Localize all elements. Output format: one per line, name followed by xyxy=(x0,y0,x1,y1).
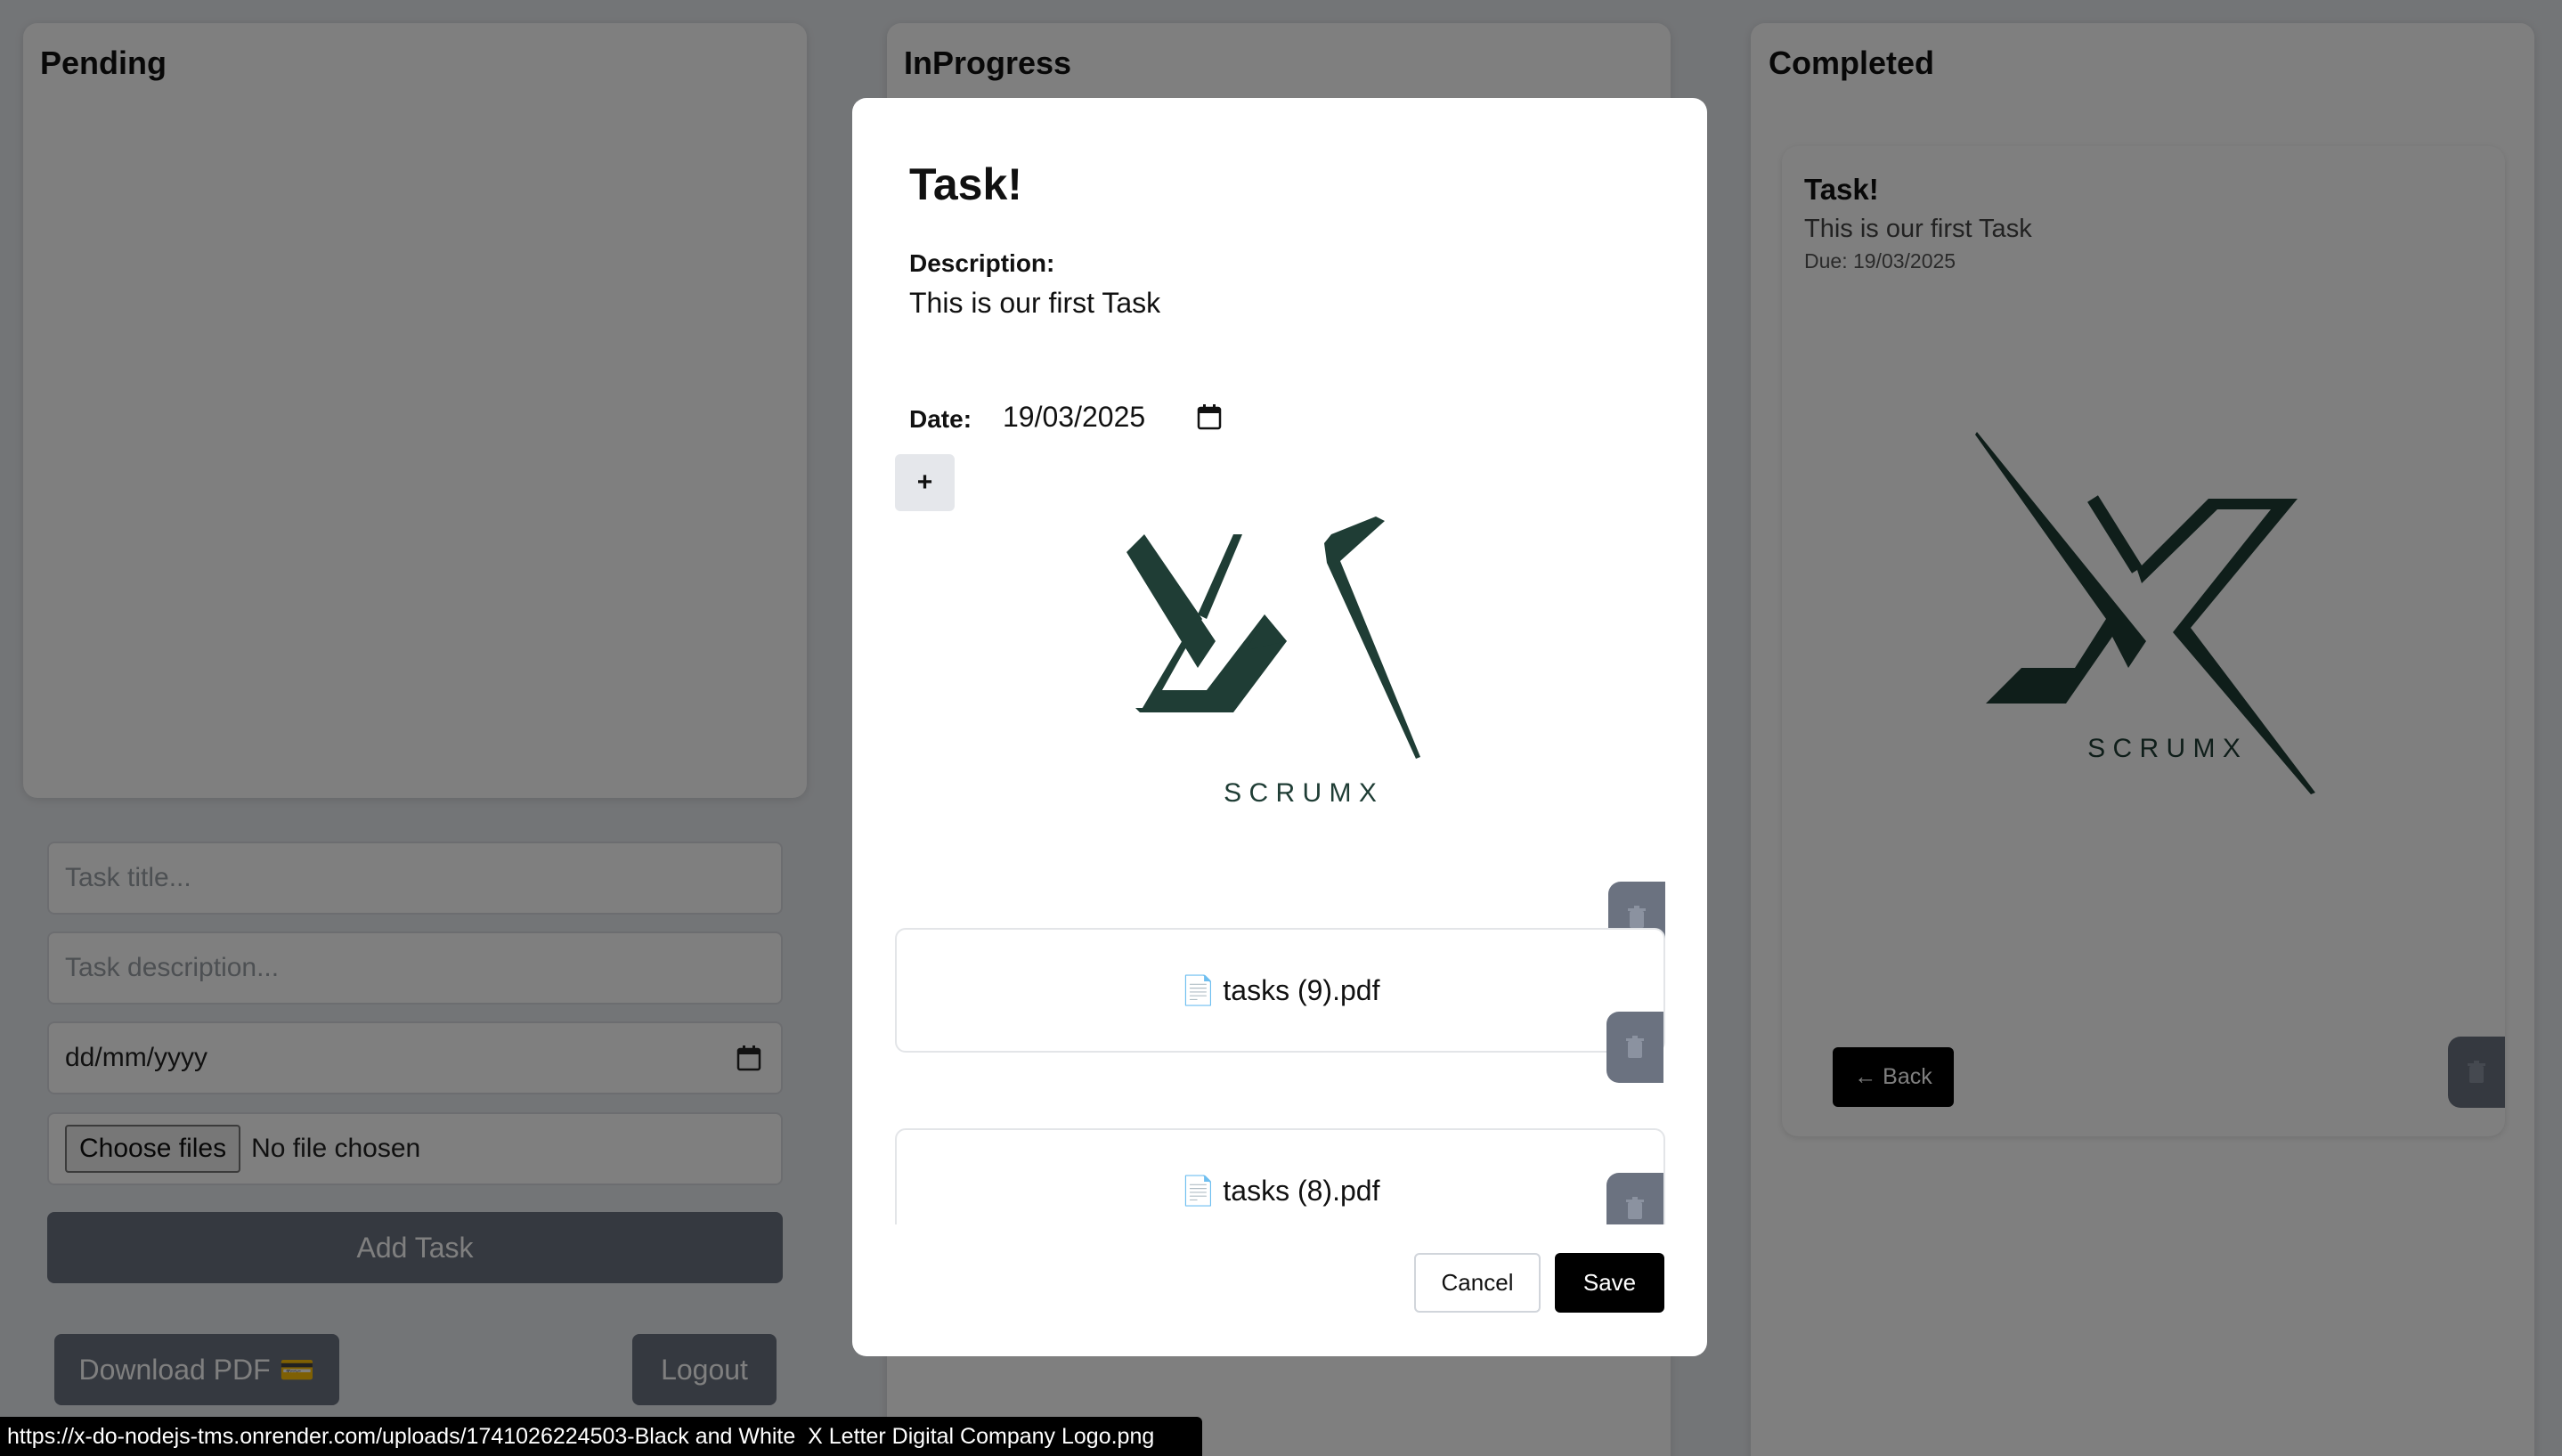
modal-date-value: 19/03/2025 xyxy=(1003,400,1146,433)
attachment-file-name: tasks (9).pdf xyxy=(1223,973,1380,1006)
attachment-file-name: tasks (8).pdf xyxy=(1223,1174,1380,1207)
trash-icon xyxy=(1626,1197,1644,1219)
trash-icon xyxy=(1628,906,1646,928)
save-button[interactable]: Save xyxy=(1555,1253,1664,1313)
description-label: Description: xyxy=(909,249,1055,277)
attachment-file[interactable]: 📄 tasks (8).pdf xyxy=(895,1128,1665,1224)
attachments-list[interactable]: S C R U M X 📄 tasks (9).pdf 📄 tasks (8).… xyxy=(895,517,1665,1224)
attachment-delete-button[interactable] xyxy=(1606,1173,1663,1224)
logo-text: S C R U M X xyxy=(1224,778,1377,808)
date-label: Date: xyxy=(909,405,972,433)
add-attachment-button[interactable]: + xyxy=(895,454,955,511)
status-bar-url: https://x-do-nodejs-tms.onrender.com/upl… xyxy=(0,1417,1202,1456)
attachment-file[interactable]: 📄 tasks (9).pdf xyxy=(895,928,1665,1053)
modal-description: This is our first Task xyxy=(909,287,1161,319)
attachment-delete-button[interactable] xyxy=(1606,1012,1663,1083)
cancel-button[interactable]: Cancel xyxy=(1414,1253,1541,1313)
file-icon: 📄 xyxy=(1180,974,1216,1006)
logo-stroke-c xyxy=(1324,517,1420,759)
trash-icon xyxy=(1626,1036,1644,1058)
modal-date-input[interactable]: 19/03/2025 xyxy=(988,390,1229,443)
modal-title: Task! xyxy=(909,159,1022,209)
attachment-image[interactable]: S C R U M X xyxy=(1109,517,1501,819)
file-icon: 📄 xyxy=(1180,1175,1216,1207)
calendar-icon[interactable] xyxy=(1197,403,1222,430)
